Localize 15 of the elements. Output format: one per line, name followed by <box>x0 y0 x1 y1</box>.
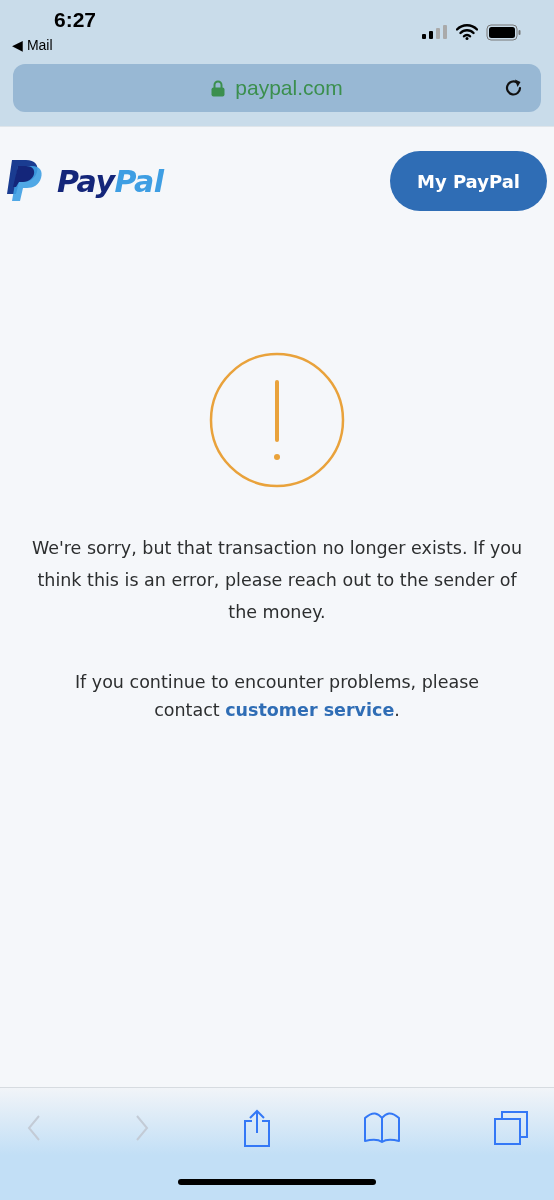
wifi-icon <box>456 24 478 40</box>
logo-wordmark: PayPal <box>57 163 164 199</box>
help-message: If you continue to encounter problems, please contact customer service. <box>73 671 481 722</box>
status-time: 6:27 <box>53 8 97 32</box>
signal-icon <box>422 24 448 40</box>
my-account-button[interactable]: My PayPal <box>390 151 547 211</box>
tabs-icon[interactable] <box>494 1111 528 1145</box>
back-to-app-link[interactable]: ◀ Mail <box>12 37 97 53</box>
battery-icon <box>486 23 522 41</box>
logo-icon <box>7 160 45 202</box>
warning-icon <box>209 352 345 488</box>
customer-service-link[interactable]: customer service <box>225 700 395 720</box>
error-message: We're sorry, but that transaction no longer exists. If you think this is an error, please reach out to the sender of the money. <box>30 537 524 624</box>
book-icon[interactable] <box>364 1112 401 1144</box>
share-icon[interactable] <box>242 1109 271 1147</box>
